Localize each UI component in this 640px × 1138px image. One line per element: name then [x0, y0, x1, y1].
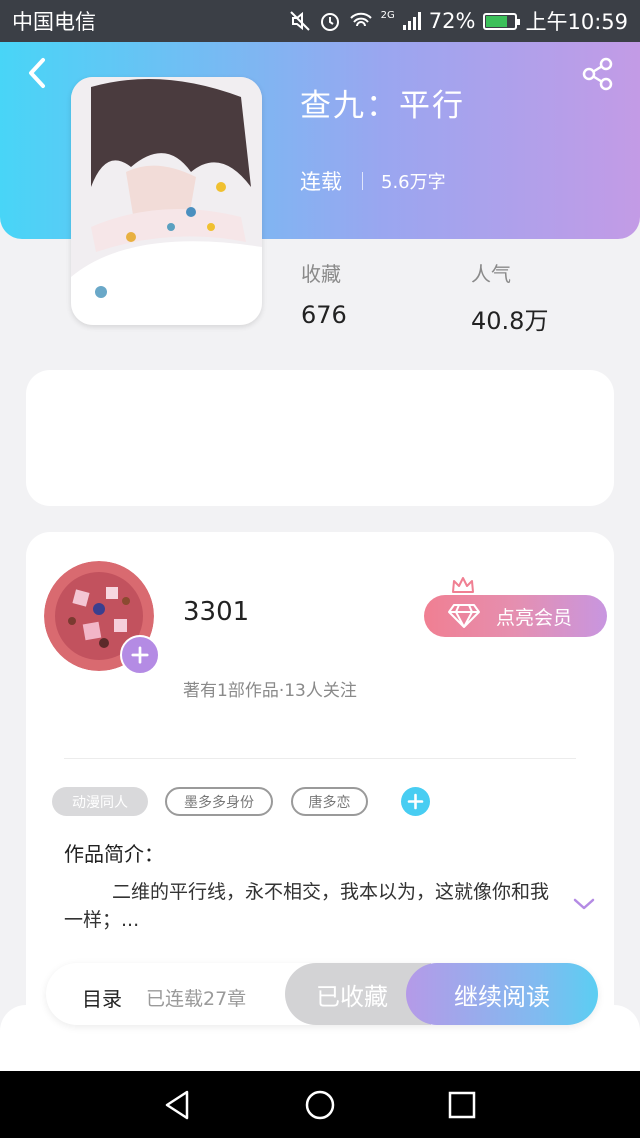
network-type-label: 2G [380, 10, 395, 21]
clock-time: 上午10:59 [525, 10, 628, 34]
popularity-label: 人气 [471, 262, 511, 286]
continue-reading-button[interactable]: 继续阅读 [406, 963, 598, 1025]
add-tag-button[interactable] [401, 787, 430, 816]
meta-divider [362, 172, 363, 190]
nav-recents-icon[interactable] [445, 1088, 479, 1122]
tag-chip[interactable]: 墨多多身份 [165, 787, 273, 816]
diamond-icon [448, 604, 480, 628]
author-avatar-wrap [44, 561, 160, 675]
book-title: 查九：平行 [300, 88, 465, 124]
tag-chip[interactable]: 唐多恋 [291, 787, 368, 816]
book-cover[interactable] [71, 77, 262, 325]
nav-home-icon[interactable] [303, 1088, 337, 1122]
favorites-value: 676 [301, 301, 347, 329]
favorites-stat: 收藏 676 [301, 258, 347, 329]
collected-button-label: 已收藏 [316, 982, 388, 1011]
nav-back-icon[interactable] [161, 1088, 195, 1122]
status-bar: 中国电信 2G 72% 上午10:59 [0, 0, 640, 42]
author-name[interactable]: 3301 [183, 597, 249, 627]
chapter-count[interactable]: 已连载27章 [146, 984, 246, 1011]
popularity-value: 40.8万 [471, 307, 549, 335]
vip-button-label: 点亮会员 [496, 606, 573, 629]
chevron-down-icon[interactable] [572, 896, 596, 912]
word-count: 5.6万字 [381, 172, 446, 193]
tag-chip[interactable]: 动漫同人 [52, 787, 148, 816]
battery-icon [483, 12, 521, 30]
battery-percent: 72% [428, 9, 476, 33]
continue-reading-label: 继续阅读 [454, 982, 550, 1011]
follow-author-button[interactable] [120, 635, 160, 675]
intro-text: 二维的平行线，永不相交，我本以为，这就像你和我一样；... [64, 881, 550, 931]
divider [64, 758, 576, 759]
status-icons: 2G 72% 上午10:59 [289, 6, 628, 36]
author-info: 著有1部作品·13人关注 [183, 681, 357, 701]
book-meta: 连载 5.6万字 [300, 166, 446, 196]
carrier-label: 中国电信 [12, 10, 96, 34]
blank-card [26, 370, 614, 506]
wifi-icon [349, 12, 372, 27]
serial-status: 连载 [300, 170, 342, 194]
favorites-label: 收藏 [301, 262, 341, 286]
book-cover-illustration [71, 77, 262, 325]
intro-label: 作品简介： [64, 842, 164, 866]
back-icon[interactable] [20, 55, 56, 91]
alarm-icon [320, 13, 339, 31]
toc-button[interactable]: 目录 [82, 983, 122, 1012]
mute-icon [289, 11, 310, 31]
popularity-stat: 人气 40.8万 [471, 258, 548, 336]
share-icon[interactable] [580, 56, 616, 92]
signal-icon [402, 12, 421, 30]
crown-icon [452, 577, 474, 593]
